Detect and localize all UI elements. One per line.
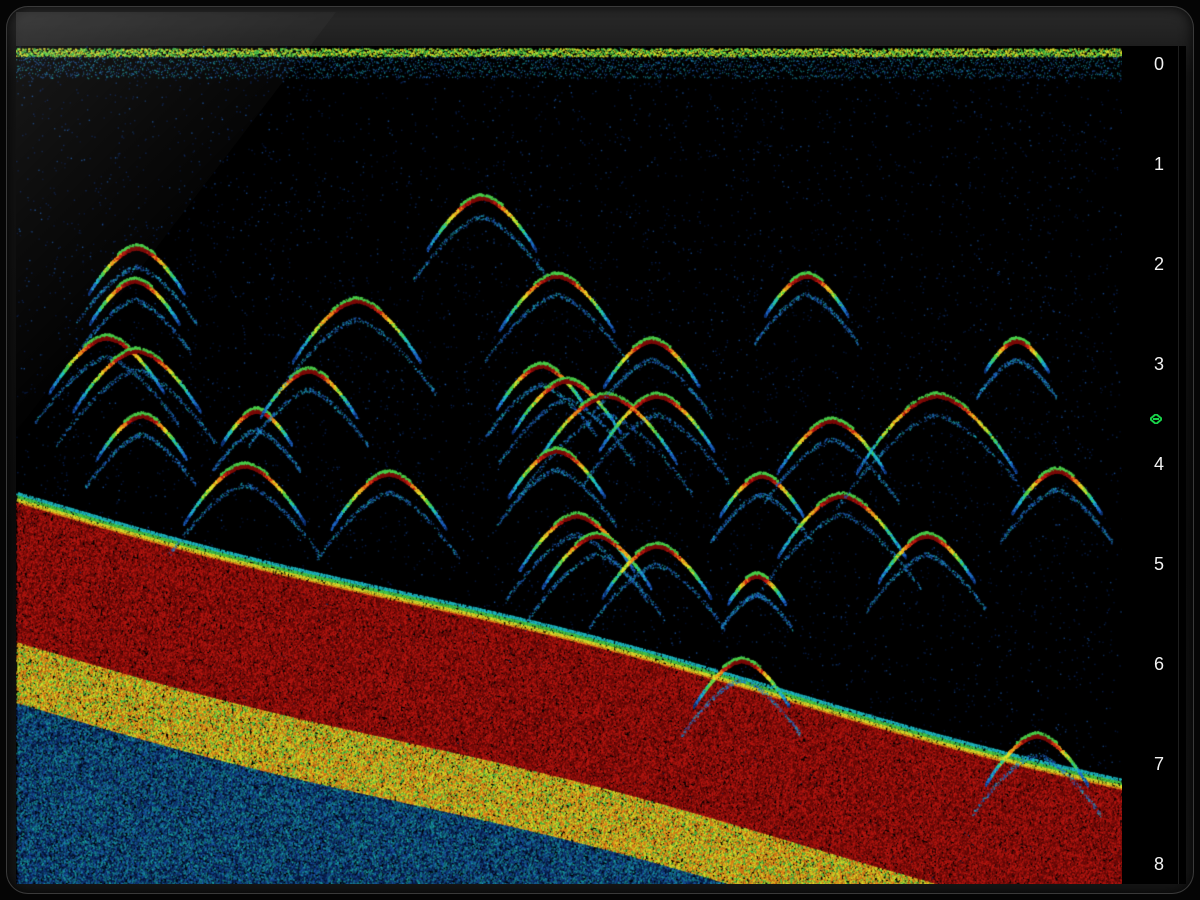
depth-label: 3 xyxy=(1153,354,1164,374)
depth-label: 6 xyxy=(1153,654,1164,674)
depth-label: 5 xyxy=(1153,554,1164,574)
depth-label: 7 xyxy=(1153,754,1164,774)
depth-scale-edge xyxy=(1178,46,1179,884)
depth-label: 4 xyxy=(1153,454,1164,474)
depth-label: 8 xyxy=(1153,854,1164,874)
depth-label: 1 xyxy=(1153,154,1164,174)
depth-label: 2 xyxy=(1153,254,1164,274)
sonar-device: 0 1 2 3 4 5 6 7 8 xyxy=(0,0,1200,900)
depth-scale: 0 1 2 3 4 5 6 7 8 xyxy=(1122,46,1186,884)
depth-label: 0 xyxy=(1153,54,1164,74)
sonar-screen[interactable]: 0 1 2 3 4 5 6 7 8 xyxy=(16,46,1186,884)
sonar-echo-display[interactable] xyxy=(16,46,1122,884)
depth-cursor-marker-icon[interactable] xyxy=(1150,414,1162,424)
